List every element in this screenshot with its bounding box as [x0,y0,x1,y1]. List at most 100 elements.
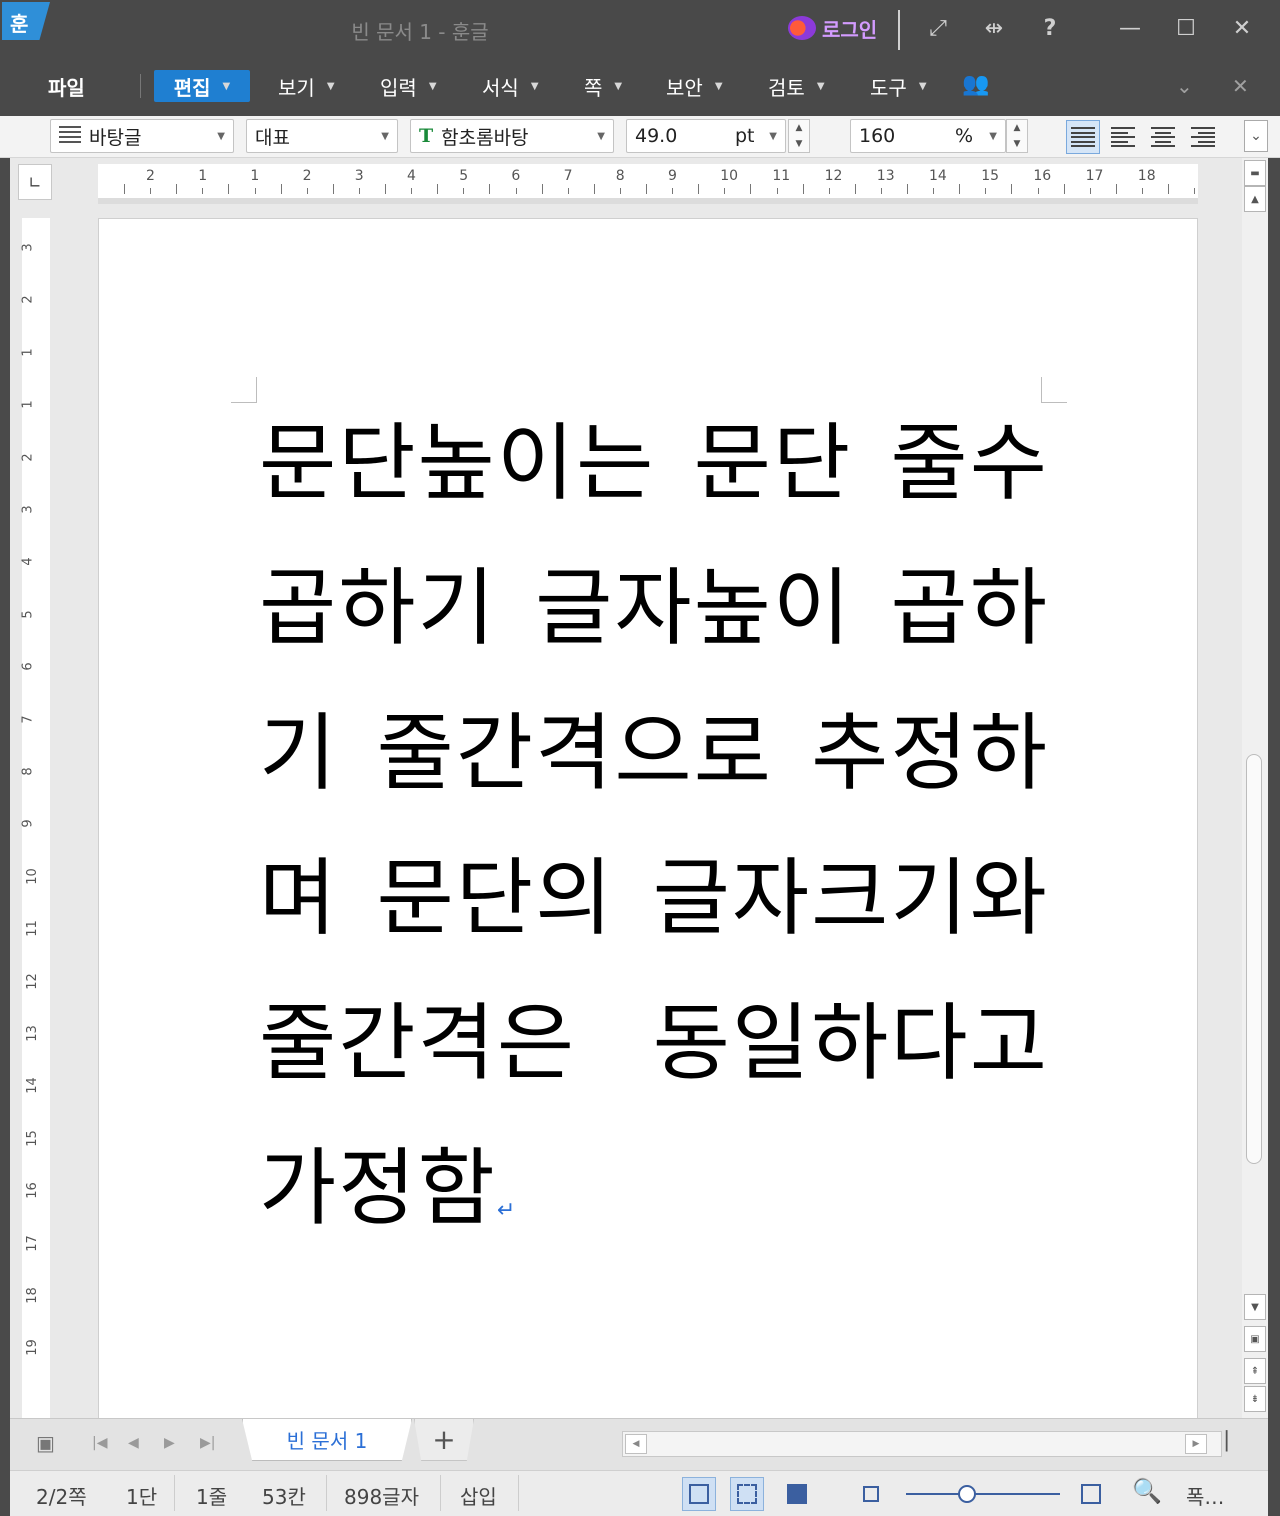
tab-stop-icon[interactable]: ∟ [18,164,52,200]
close-icon[interactable]: ✕ [1224,10,1260,46]
tab-document-1[interactable]: 빈 문서 1 [242,1419,412,1461]
vertical-scrollbar[interactable]: ▬ ▲ ▼ ▣ ⇞ ⇟ [1242,158,1268,1418]
ruler-tick [332,184,334,194]
menu-review[interactable]: 검토 ▼ [768,70,825,102]
menu-page[interactable]: 쪽 ▼ [584,70,622,102]
split-handle-icon[interactable]: ▏ [1226,1431,1240,1452]
scroll-up-icon[interactable]: ▲ [1244,186,1266,212]
ruler-number: 4 [407,168,416,184]
font-size-stepper[interactable]: ▲ ▼ [788,119,810,153]
ruler-number: 1 [20,348,36,357]
status-insert-mode[interactable]: 삽입 [460,1481,497,1510]
view-full-button[interactable] [780,1477,814,1511]
ruler-tick [280,184,282,194]
align-center-button[interactable] [1146,120,1180,154]
ruler-number: 3 [20,505,36,514]
ruler-number: 8 [20,767,36,776]
maximize-icon[interactable]: ☐ [1168,10,1204,46]
help-button[interactable]: ? [1032,10,1068,46]
ruler-tick [828,188,830,194]
view-normal-button[interactable] [682,1477,716,1511]
next-page-icon[interactable]: ⇟ [1244,1386,1266,1412]
add-tab-button[interactable]: + [414,1419,474,1461]
next-tab-icon[interactable]: ▶ [164,1435,175,1451]
toolbar-more-icon[interactable]: ⌄ [1244,120,1268,152]
font-select[interactable]: T 함초롬바탕 ▼ [410,119,614,153]
ruler-tick [802,184,804,194]
line-spacing-stepper[interactable]: ▲ ▼ [1006,119,1028,153]
line-spacing-input[interactable]: 160 % ▼ [850,119,1006,153]
scrollbar-thumb[interactable] [1246,754,1262,1164]
font-size-input[interactable]: 49.0 pt ▼ [626,119,786,153]
style-select[interactable]: 바탕글 ▼ [50,119,234,153]
caret-down-icon: ▼ [989,131,997,142]
fullscreen-icon[interactable]: ⤢ [920,10,956,46]
menu-edit[interactable]: 편집 ▼ [154,70,250,102]
align-right-button[interactable] [1186,120,1220,154]
ruler-tick [593,184,595,194]
align-justify-button[interactable] [1066,120,1100,154]
close-document-icon[interactable]: ✕ [1232,74,1249,98]
view-width-button[interactable] [730,1477,764,1511]
ruler-tick [1141,188,1143,194]
menu-review-label: 검토 [768,75,805,100]
status-page[interactable]: 2/2쪽 [36,1481,87,1510]
page-view-icon[interactable]: ▣ [1244,1326,1266,1352]
split-view-icon[interactable]: ⇹ [976,10,1012,46]
zoom-in-icon [1081,1484,1101,1504]
menu-view[interactable]: 보기 ▼ [278,70,335,102]
zoom-out-button[interactable] [854,1477,888,1511]
ruler-number: 16 [1033,168,1052,184]
first-tab-icon[interactable]: |◀ [92,1435,107,1451]
document-body[interactable]: 문단높이는 문단 줄수 곱하기 글자높이 곱하기 줄간격으로 추정하며 문단의 … [259,391,1049,1283]
horizontal-ruler[interactable]: 2 1 1 2 3 4 5 6 7 8 9 10 11 12 13 14 15 16 17 18 [98,164,1198,204]
ruler-number: 16 [24,1182,40,1199]
login-button[interactable]: 로그인 [788,14,877,42]
zoom-search-icon[interactable]: 🔍 [1132,1477,1162,1505]
ruler-tick [1063,184,1065,194]
ruler-number: 3 [20,243,36,252]
scroll-top-icon[interactable]: ▬ [1244,160,1266,186]
zoom-slider-knob[interactable] [958,1485,976,1503]
window-title: 빈 문서 1 - 훈글 [351,20,489,44]
zoom-slider-track[interactable] [906,1493,1060,1495]
document-page[interactable]: 문단높이는 문단 줄수 곱하기 글자높이 곱하기 줄간격으로 추정하며 문단의 … [98,218,1198,1418]
ruler-tick [1194,188,1196,194]
scroll-down-icon[interactable]: ▼ [1244,1294,1266,1320]
font-size-value: 49.0 [635,125,678,147]
horizontal-scrollbar[interactable]: ◀ ▶ [622,1431,1222,1457]
ruler-tick [880,188,882,194]
menu-format-label: 서식 [482,75,519,100]
vertical-ruler[interactable]: 3 2 1 1 2 3 4 5 6 7 8 9 10 11 12 13 14 15 16 17 18 19 [20,218,50,1418]
menu-tools[interactable]: 도구 ▼ [870,70,927,102]
status-separator [326,1475,327,1511]
minimize-icon[interactable]: — [1112,10,1148,46]
scroll-left-icon[interactable]: ◀ [625,1434,647,1454]
prev-tab-icon[interactable]: ◀ [128,1435,139,1451]
zoom-out-icon [863,1486,879,1502]
menu-security[interactable]: 보안 ▼ [666,70,723,102]
collapse-ribbon-icon[interactable]: ⌄ [1176,74,1193,98]
ruler-number: 1 [20,400,36,409]
ruler-number: 11 [24,920,40,937]
menu-insert[interactable]: 입력 ▼ [380,70,437,102]
align-left-button[interactable] [1106,120,1140,154]
tab-list-icon[interactable]: ▣ [36,1431,55,1455]
ruler-tick [385,184,386,194]
menu-bar: 파일 편집 ▼ 보기 ▼ 입력 ▼ 서식 ▼ 쪽 ▼ 보안 ▼ 검토 ▼ 도구 ▼ 👥 ⌄ ✕ [0,58,1280,116]
menu-file[interactable]: 파일 [48,70,85,102]
ruler-number: 5 [20,610,36,619]
margin-corner-mark [231,377,257,403]
zoom-in-button[interactable] [1074,1477,1108,1511]
prev-page-icon[interactable]: ⇞ [1244,1358,1266,1384]
collaborate-icon[interactable]: 👥 [962,72,989,97]
status-char-count: 898글자 [344,1485,419,1509]
scroll-right-icon[interactable]: ▶ [1185,1434,1207,1454]
menu-format[interactable]: 서식 ▼ [482,70,539,102]
status-separator [440,1475,441,1511]
document-text: 문단높이는 문단 줄수 곱하기 글자높이 곱하기 줄간격으로 추정하며 문단의 … [259,414,1049,1237]
language-select[interactable]: 대표 ▼ [246,119,398,153]
zoom-mode-label[interactable]: 폭… [1186,1481,1224,1510]
last-tab-icon[interactable]: ▶| [200,1435,215,1451]
ruler-number: 17 [1085,168,1104,184]
